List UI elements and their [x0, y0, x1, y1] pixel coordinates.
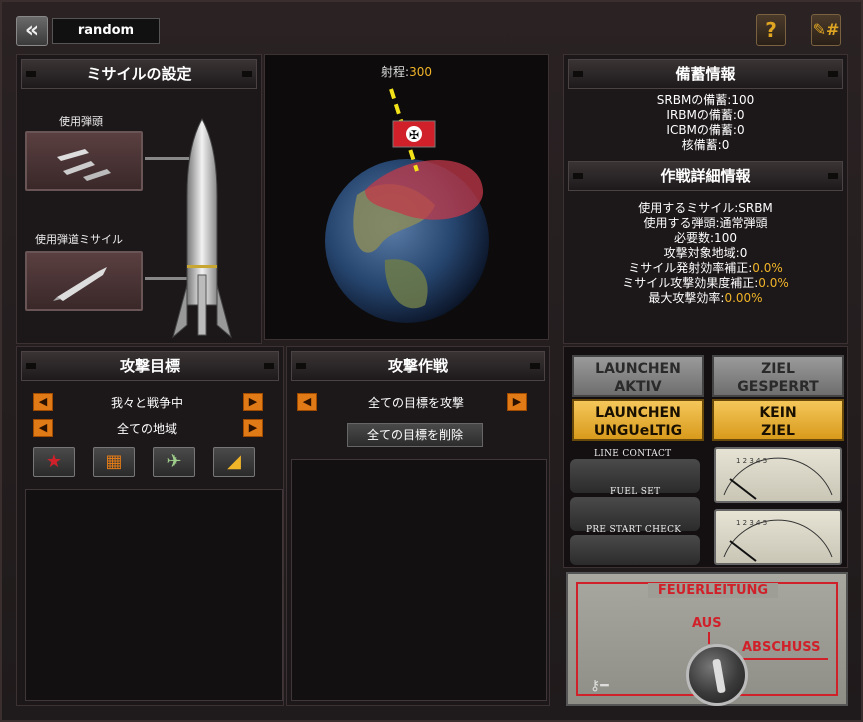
strategy-title: 攻撃作戦 [291, 351, 545, 381]
key-icon[interactable]: ⚷━ [590, 678, 609, 694]
ballistic-slot[interactable] [25, 251, 143, 311]
strategy-panel: 攻撃作戦 ◀ 全ての目標を攻撃 ▶ 全ての目標を削除 [286, 346, 550, 706]
filter1-right-arrow-icon[interactable]: ▶ [243, 393, 263, 411]
missile-config-panel: ミサイルの設定 使用弾頭 使用弾道ミサイル [16, 54, 262, 344]
operation-name-field[interactable]: random [52, 18, 160, 44]
stockpile-line: SRBMの備蓄:100 [656, 93, 755, 107]
launch-invalid-indicator: LAUNCHEN UNGUeLTIG [572, 399, 704, 441]
operation-title: 作戦詳細情報 [568, 161, 843, 191]
fire-label: ABSCHUSS [742, 640, 821, 655]
svg-text:✠: ✠ [409, 128, 419, 142]
strategy-list[interactable] [291, 459, 547, 701]
top-bar: « random ? ✎# [8, 10, 854, 50]
gauge-dial-icon: 1 2 3 4 5 [723, 457, 833, 500]
fire-arrow [708, 632, 710, 644]
strategy-right-arrow-icon[interactable]: ▶ [507, 393, 527, 411]
launch-active-button[interactable]: LAUNCHEN AKTIV [572, 355, 704, 397]
operation-line: ミサイル攻撃効果度補正:0.0% [622, 276, 789, 290]
fire-control-border: FEUERLEITUNG AUS ABSCHUSS ⚷━ [576, 582, 838, 706]
rocket-icon [172, 117, 232, 339]
stockpile-title: 備蓄情報 [568, 59, 843, 89]
filter1-left-arrow-icon[interactable]: ◀ [33, 393, 53, 411]
strategy-left-arrow-icon[interactable]: ◀ [297, 393, 317, 411]
globe-panel: 射程:300 ✠ [264, 54, 549, 340]
targets-panel: 攻撃目標 ◀ 我々と戦争中 ▶ ◀ 全ての地域 ▶ ★ ▦ ✈ ◢ [16, 346, 284, 706]
stockpile-line: 核備蓄:0 [681, 138, 730, 152]
filter2-right-arrow-icon[interactable]: ▶ [243, 419, 263, 437]
operation-line: 必要数:100 [674, 231, 737, 245]
gauge-dial-icon: 1 2 3 4 5 [723, 519, 833, 562]
back-chevron-icon[interactable]: « [16, 16, 48, 46]
pre-start-switch[interactable] [570, 535, 700, 565]
stockpile-line: IRBMの備蓄:0 [666, 108, 745, 122]
filter2-value: 全ての地域 [116, 422, 177, 436]
targets-title: 攻撃目標 [21, 351, 279, 381]
operation-line: 使用する弾頭:通常弾頭 [643, 216, 768, 230]
switch2-label: FUEL SET [610, 487, 661, 497]
launch-console: LAUNCHEN AKTIV ZIEL GESPERRT LAUNCHEN UNGUe… [563, 346, 848, 568]
svg-text:1 2 3 4 5: 1 2 3 4 5 [736, 457, 767, 465]
delete-targets-button[interactable]: 全ての目標を削除 [347, 423, 483, 447]
target-locked-button[interactable]: ZIEL GESPERRT [712, 355, 844, 397]
svg-text:1 2 3 4 5: 1 2 3 4 5 [736, 519, 767, 527]
strategy-value: 全ての目標を攻撃 [367, 396, 464, 410]
targets-list[interactable] [25, 489, 283, 701]
globe-icon: ✠ [325, 88, 489, 323]
switch3-label: PRE START CHECK [586, 525, 682, 535]
fire-control-title: FEUERLEITUNG [648, 583, 778, 598]
missile-small-icon [53, 267, 107, 301]
chart-icon[interactable]: ◢ [213, 447, 255, 477]
help-icon[interactable]: ? [756, 14, 786, 46]
plane-icon[interactable]: ✈ [153, 447, 195, 477]
stockpile-panel: 備蓄情報 SRBMの備蓄:100 IRBMの備蓄:0 ICBMの備蓄:0 核備蓄… [563, 54, 848, 344]
key-switch-icon[interactable] [686, 644, 748, 706]
star-icon[interactable]: ★ [33, 447, 75, 477]
switch1-label: LINE CONTACT [594, 449, 672, 459]
fire-control-panel: FEUERLEITUNG AUS ABSCHUSS ⚷━ [566, 572, 848, 706]
warhead-slot[interactable] [25, 131, 143, 191]
off-label: AUS [692, 616, 722, 631]
operation-line: 使用するミサイル:SRBM [638, 201, 773, 215]
filter1-value: 我々と戦争中 [110, 396, 183, 410]
ballistic-label: 使用弾道ミサイル [35, 233, 123, 246]
operation-line: 攻撃対象地域:0 [663, 246, 748, 260]
filter2-left-arrow-icon[interactable]: ◀ [33, 419, 53, 437]
operation-line: ミサイル発射効率補正:0.0% [628, 261, 783, 275]
missile-config-title: ミサイルの設定 [21, 59, 257, 89]
gauge-top: 1 2 3 4 5 [714, 447, 842, 503]
factory-icon[interactable]: ▦ [93, 447, 135, 477]
warhead-icon [57, 149, 111, 181]
operation-line: 最大攻撃効率:0.00% [648, 291, 763, 305]
gauge-bottom: 1 2 3 4 5 [714, 509, 842, 565]
warhead-label: 使用弾頭 [59, 115, 103, 128]
stockpile-line: ICBMの備蓄:0 [666, 123, 745, 137]
fire-line [738, 658, 828, 660]
no-target-indicator: KEIN ZIEL [712, 399, 844, 441]
settings-icon[interactable]: ✎# [811, 14, 841, 46]
